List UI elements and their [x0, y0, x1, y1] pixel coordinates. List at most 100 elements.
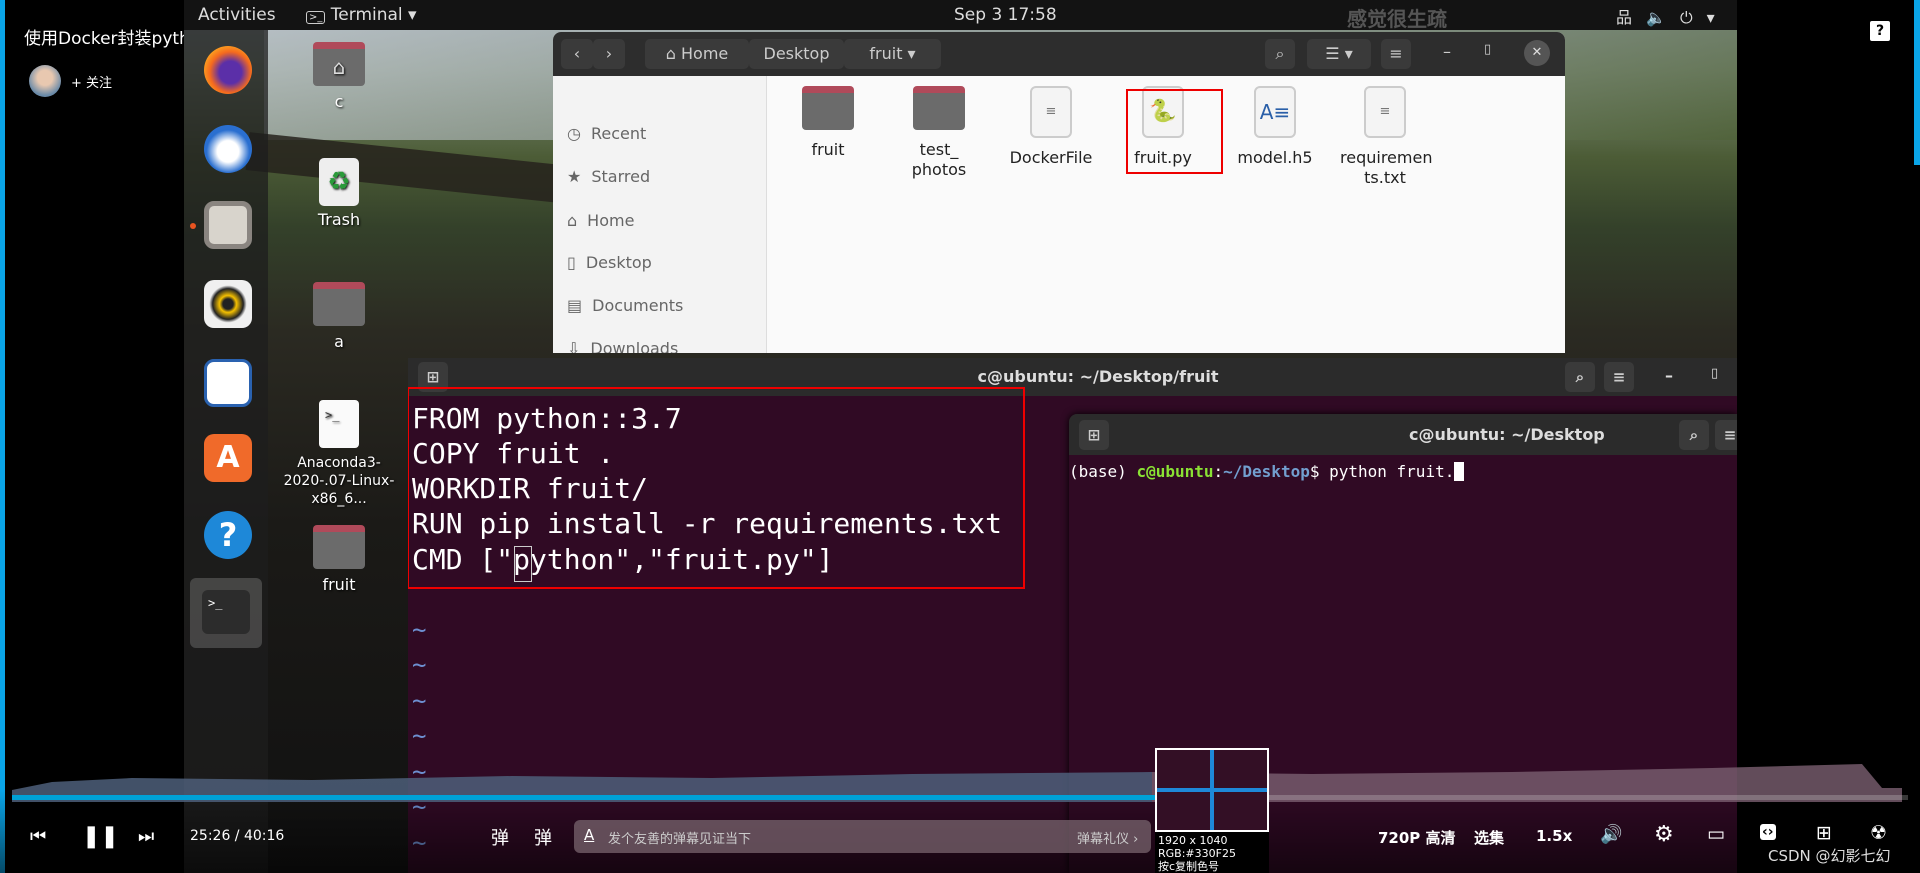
volume-icon: 🔈 [1646, 8, 1680, 27]
files-icon[interactable] [204, 201, 252, 249]
thunderbird-icon[interactable] [204, 125, 252, 173]
file-item-fruit[interactable]: fruit [773, 86, 883, 160]
sidebar-item-recent[interactable]: ◷ Recent [567, 124, 646, 143]
file-item-model-h5[interactable]: A≡ model.h5 [1220, 86, 1330, 168]
sidebar-label: Home [587, 211, 635, 230]
web-fullscreen-icon[interactable]: ⊞ [1816, 822, 1832, 844]
search-button[interactable]: ⌕ [1265, 39, 1295, 69]
firefox-icon[interactable] [204, 46, 252, 94]
terminal-dock-item[interactable]: >_ [190, 578, 262, 648]
episodes-button[interactable]: 选集 [1474, 827, 1504, 848]
help-icon[interactable]: ? [204, 511, 252, 559]
star-icon: ★ [567, 167, 582, 186]
path-fruit[interactable]: fruit ▾ [844, 39, 941, 69]
script-icon: >_ [319, 400, 359, 448]
clock[interactable]: Sep 3 17:58 [954, 5, 1057, 25]
danmaku-toggle-icon[interactable]: 弹 [491, 824, 509, 850]
icon-label: c [334, 92, 344, 111]
icon-label: Anaconda3-2020-.07-Linux-x86_6... [283, 455, 395, 507]
volume-icon[interactable]: 🔊 [1600, 824, 1622, 845]
speed-button[interactable]: 1.5x [1536, 827, 1572, 845]
terminal-icon: >_ [202, 590, 250, 634]
path-desktop[interactable]: Desktop [749, 39, 844, 69]
sidebar-item-desktop[interactable]: ▯ Desktop [567, 253, 652, 272]
activities-button[interactable]: Activities [198, 5, 276, 25]
danmaku-settings-icon[interactable]: 弹 [534, 824, 552, 850]
close-button[interactable]: ✕ [1524, 40, 1550, 66]
sidebar-item-home[interactable]: ⌂ Home [567, 211, 634, 230]
rhythmbox-icon[interactable] [204, 280, 252, 328]
clock-icon: ◷ [567, 124, 581, 143]
new-tab-icon[interactable]: ⊞ [1079, 420, 1109, 450]
quality-button[interactable]: 720P 高清 [1378, 827, 1456, 848]
text-style-icon[interactable]: A [584, 826, 594, 844]
desktop-icon-c[interactable]: ⌂ c [284, 42, 394, 111]
scrollbar[interactable] [1914, 0, 1920, 165]
terminal-headerbar: ⊞ c@ubuntu: ~/Desktop ⌕ ≡ [1069, 414, 1737, 455]
prompt-user: c@ubuntu [1136, 462, 1214, 481]
file-item-requirements[interactable]: ≡ requiremen ts.txt [1330, 86, 1440, 188]
prompt-env: (base) [1069, 462, 1137, 481]
magnifier [1155, 748, 1269, 832]
picture-in-picture-icon[interactable]: ▭ [1707, 823, 1725, 845]
desktop-icon-fruit[interactable]: fruit [284, 525, 394, 594]
widescreen-icon[interactable]: ‹› [1760, 824, 1776, 840]
terminal-app-menu[interactable]: >_ Terminal ▾ [306, 5, 417, 25]
sidebar-item-documents[interactable]: ▤ Documents [567, 296, 683, 315]
shell-prompt[interactable]: (base) c@ubuntu:~/Desktop$ python fruit. [1069, 462, 1464, 481]
minimize-button[interactable]: – [1443, 42, 1451, 61]
picker-info: 1920 x 1040 RGB:#330F25 按c复制色号 [1158, 834, 1236, 873]
file-item-test-photos[interactable]: test_ photos [884, 86, 994, 180]
sidebar-item-downloads[interactable]: ⇩ Downloads [567, 339, 678, 353]
next-button[interactable]: ⏭ [138, 826, 154, 847]
rgb-value: RGB:#330F25 [1158, 847, 1236, 860]
danmaku-etiquette-link[interactable]: 弹幕礼仪 › [1077, 828, 1138, 847]
search-button[interactable]: ⌕ [1679, 420, 1709, 450]
menu-button[interactable]: ≡ [1381, 39, 1411, 69]
search-button[interactable]: ⌕ [1565, 362, 1595, 392]
path-home[interactable]: ⌂ Home [645, 39, 749, 69]
file-item-dockerfile[interactable]: ≡ DockerFile [996, 86, 1106, 168]
maximize-button[interactable]: ▯ [1484, 42, 1491, 57]
gnome-top-bar: Activities >_ Terminal ▾ Sep 3 17:58 感觉很… [184, 0, 1737, 31]
chevron-down-icon: ▾ [1706, 8, 1729, 27]
sidebar-label: Downloads [590, 339, 679, 353]
back-button[interactable]: ‹ [561, 39, 593, 69]
trash-icon: ♻ [319, 158, 359, 206]
files-sidebar: ◷ Recent ★ Starred ⌂ Home ▯ Desktop ▤ Documen… [553, 76, 767, 353]
desktop-icon-trash[interactable]: ♻ Trash [284, 158, 394, 229]
danmaku-input[interactable]: A 发个友善的弹幕见证当下 弹幕礼仪 › [574, 820, 1151, 853]
maximize-button[interactable]: ▯ [1711, 366, 1718, 381]
avatar[interactable] [29, 65, 61, 97]
gear-icon[interactable]: ⚙ [1654, 822, 1674, 847]
question-icon[interactable]: ? [1870, 21, 1890, 41]
document-file-icon: A≡ [1254, 86, 1296, 138]
network-icon: 品 [1616, 8, 1647, 27]
color-picker-overlay: 1920 x 1040 RGB:#330F25 按c复制色号 [1155, 748, 1269, 873]
menu-button[interactable]: ≡ [1715, 420, 1737, 450]
software-icon[interactable]: A [204, 434, 252, 482]
file-name: fruit [811, 140, 845, 159]
minimize-button[interactable]: – [1665, 366, 1673, 385]
home-icon: ⌂ [665, 44, 676, 63]
desktop-icon-anaconda[interactable]: >_ Anaconda3-2020-.07-Linux-x86_6... [269, 400, 409, 508]
file-name: test_ photos [911, 140, 967, 179]
previous-button[interactable]: ⏮ [30, 826, 46, 847]
forward-button[interactable]: › [593, 39, 625, 69]
fullscreen-icon[interactable]: ☢ [1870, 822, 1887, 844]
sidebar-item-starred[interactable]: ★ Starred [567, 167, 650, 186]
view-toggle-button[interactable]: ☰ ▾ [1307, 39, 1371, 69]
desktop-icon-a[interactable]: a [284, 282, 394, 351]
system-tray[interactable]: 品🔈⏻▾ [1616, 4, 1729, 28]
terminal-icon: >_ [306, 11, 326, 24]
writer-icon[interactable] [204, 359, 252, 407]
progress-fill [12, 795, 1216, 800]
code-line: FROM python::3.7 [412, 402, 682, 435]
menu-button[interactable]: ≡ [1604, 362, 1634, 392]
dock: A ? >_ [184, 30, 268, 873]
typed-command: python fruit. [1329, 462, 1455, 481]
follow-button[interactable]: + 关注 [71, 72, 112, 91]
time-display: 25:26 / 40:16 [190, 828, 285, 844]
text-file-icon: ≡ [1364, 86, 1406, 138]
pause-button[interactable]: ❚❚ [82, 824, 119, 849]
